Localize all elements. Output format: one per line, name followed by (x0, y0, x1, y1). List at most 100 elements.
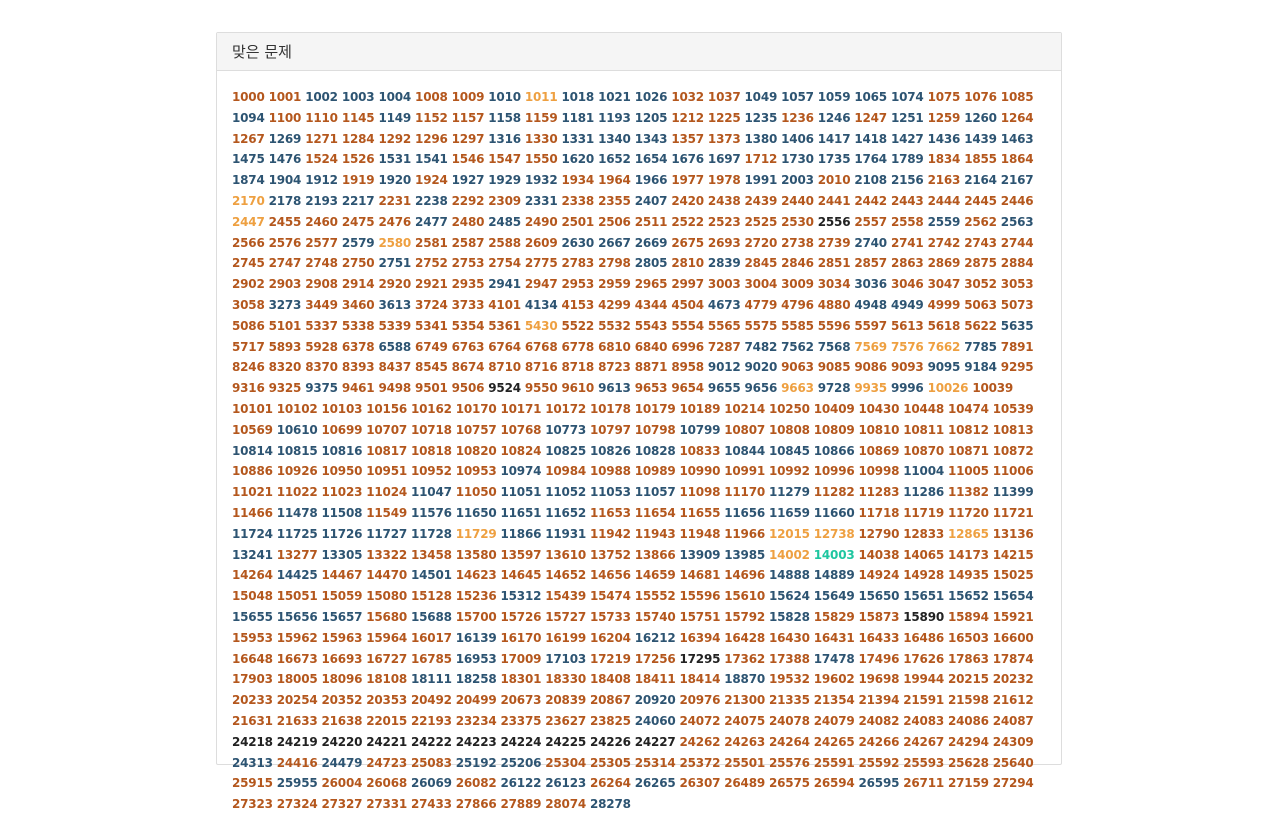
problem-link[interactable]: 2338 (561, 191, 594, 212)
problem-link[interactable]: 1735 (818, 149, 851, 170)
problem-link[interactable]: 11004 (903, 461, 944, 482)
problem-link[interactable]: 5341 (415, 316, 448, 337)
problem-link[interactable]: 9063 (781, 357, 814, 378)
problem-link[interactable]: 17388 (769, 649, 810, 670)
problem-link[interactable]: 7569 (854, 337, 887, 358)
problem-link[interactable]: 1149 (378, 108, 411, 129)
problem-link[interactable]: 1927 (452, 170, 485, 191)
problem-link[interactable]: 16139 (456, 628, 497, 649)
problem-link[interactable]: 25955 (277, 773, 318, 794)
problem-link[interactable]: 9728 (818, 378, 851, 399)
problem-link[interactable]: 25083 (411, 753, 452, 774)
problem-link[interactable]: 1380 (745, 129, 778, 150)
problem-link[interactable]: 11718 (859, 503, 900, 524)
problem-link[interactable]: 5622 (964, 316, 997, 337)
problem-link[interactable]: 26265 (635, 773, 676, 794)
problem-link[interactable]: 1065 (854, 87, 887, 108)
problem-link[interactable]: 1427 (891, 129, 924, 150)
problem-link[interactable]: 11943 (635, 524, 676, 545)
problem-link[interactable]: 2908 (305, 274, 338, 295)
problem-link[interactable]: 2501 (561, 212, 594, 233)
problem-link[interactable]: 16430 (769, 628, 810, 649)
problem-link[interactable]: 16727 (366, 649, 407, 670)
problem-link[interactable]: 3047 (928, 274, 961, 295)
problem-link[interactable]: 11651 (501, 503, 542, 524)
problem-link[interactable]: 15894 (948, 607, 989, 628)
problem-link[interactable]: 24266 (859, 732, 900, 753)
problem-link[interactable]: 15025 (993, 565, 1034, 586)
problem-link[interactable]: 5086 (232, 316, 265, 337)
problem-link[interactable]: 1010 (488, 87, 521, 108)
problem-link[interactable]: 14425 (277, 565, 318, 586)
problem-link[interactable]: 10162 (411, 399, 452, 420)
problem-link[interactable]: 1978 (708, 170, 741, 191)
problem-link[interactable]: 13241 (232, 545, 273, 566)
problem-link[interactable]: 15680 (366, 607, 407, 628)
problem-link[interactable]: 15733 (590, 607, 631, 628)
problem-link[interactable]: 1003 (342, 87, 375, 108)
problem-link[interactable]: 2857 (854, 253, 887, 274)
problem-link[interactable]: 10039 (972, 378, 1013, 399)
problem-link[interactable]: 14924 (859, 565, 900, 586)
problem-link[interactable]: 2884 (1001, 253, 1034, 274)
problem-link[interactable]: 10156 (366, 399, 407, 420)
problem-link[interactable]: 24267 (903, 732, 944, 753)
problem-link[interactable]: 4880 (818, 295, 851, 316)
problem-link[interactable]: 2167 (1001, 170, 1034, 191)
problem-link[interactable]: 2476 (378, 212, 411, 233)
problem-link[interactable]: 10798 (635, 420, 676, 441)
problem-link[interactable]: 24226 (590, 732, 631, 753)
problem-link[interactable]: 1264 (1001, 108, 1034, 129)
problem-link[interactable]: 1021 (598, 87, 631, 108)
problem-link[interactable]: 9316 (232, 378, 265, 399)
problem-link[interactable]: 1676 (671, 149, 704, 170)
problem-link[interactable]: 6588 (378, 337, 411, 358)
problem-link[interactable]: 27433 (411, 794, 452, 815)
problem-link[interactable]: 15312 (501, 586, 542, 607)
problem-link[interactable]: 2798 (598, 253, 631, 274)
problem-link[interactable]: 24416 (277, 753, 318, 774)
problem-link[interactable]: 24218 (232, 732, 273, 753)
problem-link[interactable]: 2485 (488, 212, 521, 233)
problem-link[interactable]: 15740 (635, 607, 676, 628)
problem-link[interactable]: 1009 (452, 87, 485, 108)
problem-link[interactable]: 1297 (452, 129, 485, 150)
problem-link[interactable]: 2455 (269, 212, 302, 233)
problem-link[interactable]: 20976 (680, 690, 721, 711)
problem-link[interactable]: 11051 (501, 482, 542, 503)
problem-link[interactable]: 12015 (769, 524, 810, 545)
problem-link[interactable]: 1919 (342, 170, 375, 191)
problem-link[interactable]: 3613 (378, 295, 411, 316)
problem-link[interactable]: 1296 (415, 129, 448, 150)
problem-link[interactable]: 1001 (269, 87, 302, 108)
problem-link[interactable]: 10539 (993, 399, 1034, 420)
problem-link[interactable]: 6810 (598, 337, 631, 358)
problem-link[interactable]: 2579 (342, 233, 375, 254)
problem-link[interactable]: 1059 (818, 87, 851, 108)
problem-link[interactable]: 18111 (411, 669, 452, 690)
problem-link[interactable]: 1406 (781, 129, 814, 150)
problem-link[interactable]: 2438 (708, 191, 741, 212)
problem-link[interactable]: 2563 (1001, 212, 1034, 233)
problem-link[interactable]: 11942 (590, 524, 631, 545)
problem-link[interactable]: 2745 (232, 253, 265, 274)
problem-link[interactable]: 10826 (590, 441, 631, 462)
problem-link[interactable]: 1920 (378, 170, 411, 191)
problem-link[interactable]: 27327 (322, 794, 363, 815)
problem-link[interactable]: 8674 (452, 357, 485, 378)
problem-link[interactable]: 1357 (671, 129, 704, 150)
problem-link[interactable]: 10866 (814, 441, 855, 462)
problem-link[interactable]: 19602 (814, 669, 855, 690)
problem-link[interactable]: 24083 (903, 711, 944, 732)
problem-link[interactable]: 2742 (928, 233, 961, 254)
problem-link[interactable]: 1316 (488, 129, 521, 150)
problem-link[interactable]: 18258 (456, 669, 497, 690)
problem-link[interactable]: 2506 (598, 212, 631, 233)
problem-link[interactable]: 11399 (993, 482, 1034, 503)
problem-link[interactable]: 2751 (378, 253, 411, 274)
problem-link[interactable]: 2630 (561, 233, 594, 254)
problem-link[interactable]: 9020 (745, 357, 778, 378)
problem-link[interactable]: 1712 (745, 149, 778, 170)
problem-link[interactable]: 10950 (322, 461, 363, 482)
problem-link[interactable]: 18411 (635, 669, 676, 690)
